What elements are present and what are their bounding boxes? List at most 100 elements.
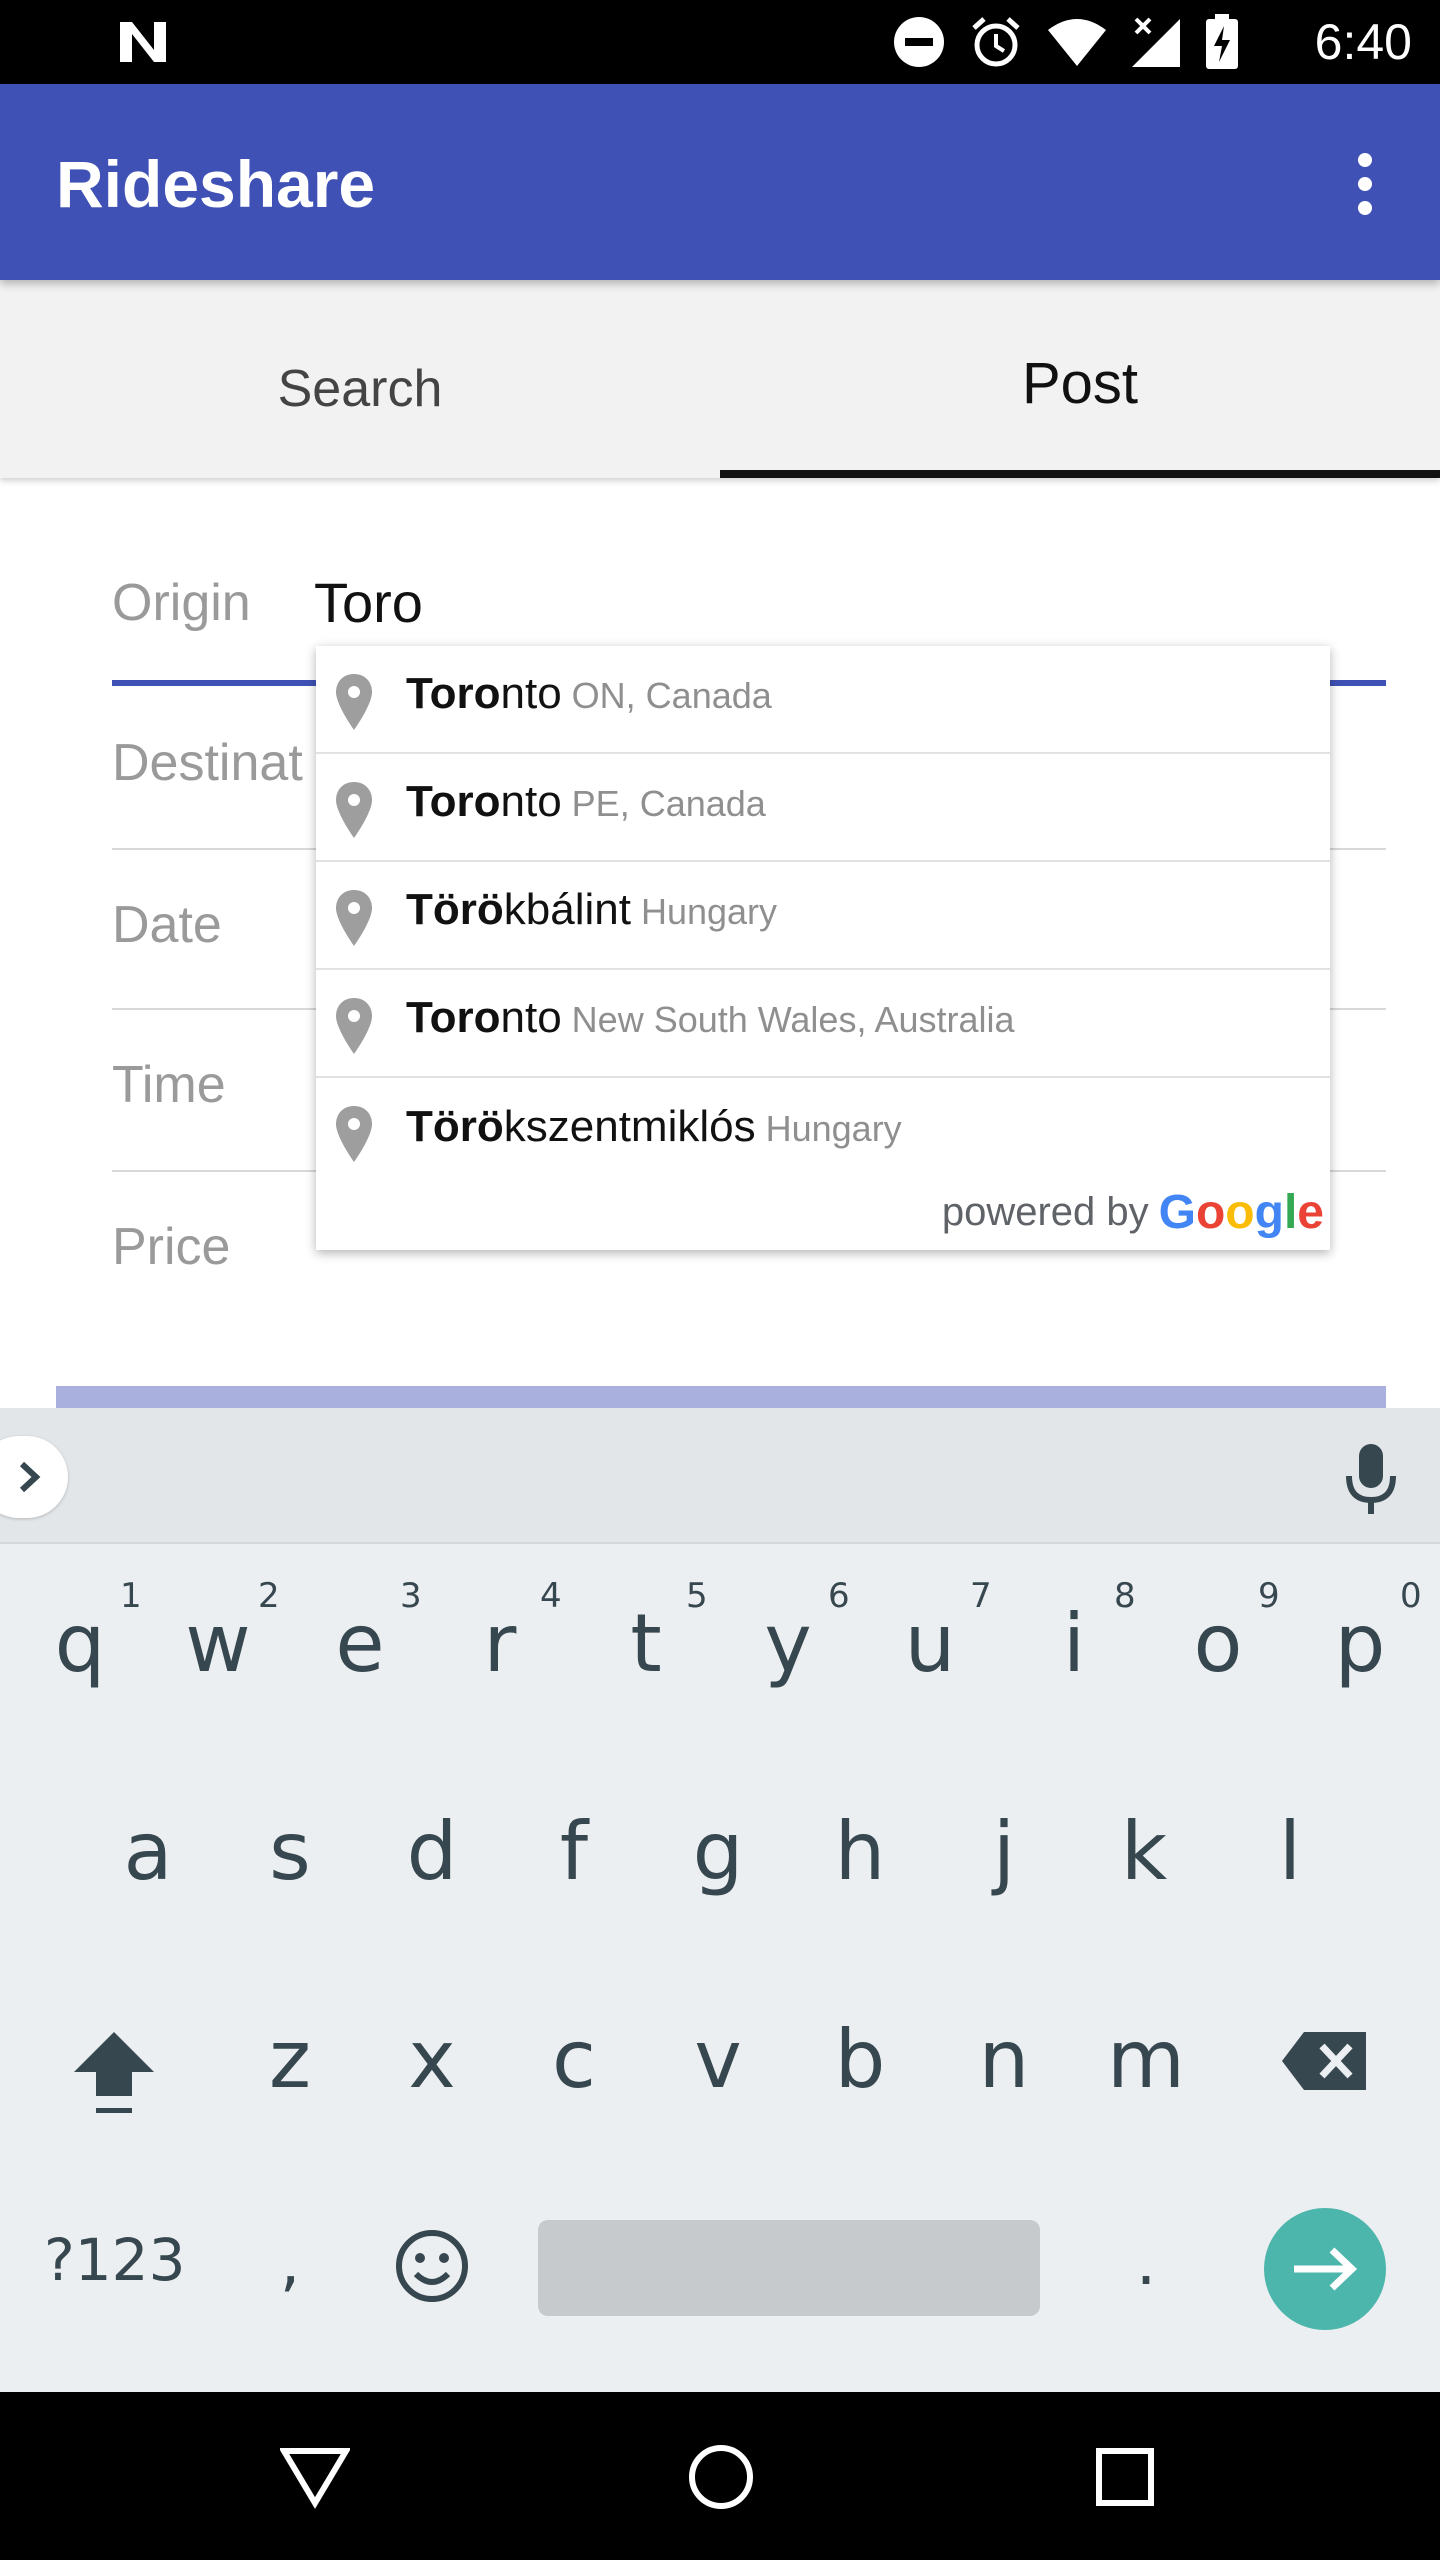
suggestion-text: Törökszentmiklós Hungary <box>406 1097 902 1167</box>
key-w[interactable]: w <box>168 1578 268 1708</box>
key-y[interactable]: y <box>738 1578 838 1708</box>
key-a[interactable]: a <box>98 1786 198 1916</box>
key-q[interactable]: q <box>30 1578 130 1708</box>
period-key[interactable]: . <box>1106 2208 1186 2318</box>
enter-arrow-icon <box>1294 2247 1358 2291</box>
destination-label[interactable]: Destinat <box>112 728 303 798</box>
suggestion-text: Toronto New South Wales, Australia <box>406 988 1015 1058</box>
key-hint-2: 2 <box>258 1576 280 1616</box>
suggestion-match: Törö <box>406 885 504 934</box>
suggestion-item[interactable]: Törökszentmiklós Hungary <box>316 1078 1330 1186</box>
suggestion-rest: nto <box>500 669 562 718</box>
key-i[interactable]: i <box>1024 1578 1124 1708</box>
key-j[interactable]: j <box>954 1786 1054 1916</box>
powered-by-google: powered by Google <box>942 1182 1324 1242</box>
emoji-icon[interactable] <box>394 2228 470 2304</box>
key-hint-1: 1 <box>120 1576 142 1616</box>
location-pin-icon <box>336 890 372 946</box>
comma-key[interactable]: , <box>250 2208 330 2318</box>
key-hint-4: 4 <box>540 1576 562 1616</box>
key-n[interactable]: n <box>954 1994 1054 2124</box>
shift-icon[interactable] <box>66 2020 162 2120</box>
mic-icon[interactable] <box>1336 1438 1406 1518</box>
powered-by-text: powered by <box>941 1189 1149 1234</box>
location-pin-icon <box>336 674 372 730</box>
status-bar: 6:40 <box>0 0 1440 84</box>
keyboard-suggestion-strip <box>0 1408 1440 1544</box>
location-pin-icon <box>336 782 372 838</box>
suggestion-secondary: Hungary <box>640 891 778 932</box>
origin-input[interactable]: Toro <box>314 568 423 638</box>
overflow-dot <box>1358 201 1372 215</box>
navigation-bar <box>0 2392 1440 2560</box>
key-m[interactable]: m <box>1096 1994 1196 2124</box>
app-title: Rideshare <box>56 147 376 221</box>
overflow-dot <box>1358 153 1372 167</box>
key-t[interactable]: t <box>596 1578 696 1708</box>
key-h[interactable]: h <box>810 1786 910 1916</box>
location-pin-icon <box>336 998 372 1054</box>
recents-icon[interactable] <box>1080 2432 1170 2522</box>
app-bar: Rideshare <box>0 84 1440 280</box>
key-u[interactable]: u <box>880 1578 980 1708</box>
key-v[interactable]: v <box>668 1994 768 2124</box>
key-z[interactable]: z <box>240 1994 340 2124</box>
expand-icon[interactable] <box>0 1436 68 1518</box>
suggestion-secondary: Hungary <box>765 1108 902 1149</box>
suggestion-item[interactable]: Toronto New South Wales, Australia <box>316 970 1330 1078</box>
n-logo-icon <box>120 22 166 62</box>
key-c[interactable]: c <box>524 1994 624 2124</box>
price-label[interactable]: Price <box>112 1212 230 1282</box>
key-r[interactable]: r <box>450 1578 550 1708</box>
backspace-icon[interactable] <box>1280 2028 1370 2094</box>
suggestion-item[interactable]: Törökbálint Hungary <box>316 862 1330 970</box>
key-d[interactable]: d <box>382 1786 482 1916</box>
origin-label: Origin <box>112 574 251 632</box>
autocomplete-dropdown: Toronto ON, Canada Toronto PE, Canada Törö… <box>316 646 1330 1250</box>
key-x[interactable]: x <box>382 1994 482 2124</box>
suggestion-secondary: New South Wales, Australia <box>571 999 1015 1040</box>
suggestion-text: Törökbálint Hungary <box>406 880 777 950</box>
do-not-disturb-icon <box>894 17 944 67</box>
submit-button[interactable] <box>56 1386 1386 1408</box>
suggestion-text: Toronto PE, Canada <box>406 772 766 842</box>
key-hint-3: 3 <box>400 1576 422 1616</box>
key-s[interactable]: s <box>240 1786 340 1916</box>
battery-charging-icon <box>1206 14 1238 69</box>
key-b[interactable]: b <box>810 1994 910 2124</box>
tab-search[interactable]: Search <box>0 280 720 478</box>
key-g[interactable]: g <box>668 1786 768 1916</box>
enter-key[interactable] <box>1264 2208 1386 2330</box>
suggestion-item[interactable]: Toronto ON, Canada <box>316 646 1330 754</box>
back-icon[interactable] <box>270 2432 360 2522</box>
tab-post[interactable]: Post <box>720 280 1440 478</box>
suggestion-secondary: PE, Canada <box>571 783 766 824</box>
more-vert-icon[interactable] <box>1330 144 1400 224</box>
overflow-dot <box>1358 177 1372 191</box>
suggestion-item[interactable]: Toronto PE, Canada <box>316 754 1330 862</box>
date-label[interactable]: Date <box>112 890 222 960</box>
key-hint-8: 8 <box>1114 1576 1136 1616</box>
suggestion-match: Toro <box>406 777 501 826</box>
key-f[interactable]: f <box>524 1786 624 1916</box>
location-pin-icon <box>336 1106 372 1162</box>
space-key[interactable] <box>538 2220 1040 2316</box>
key-hint-6: 6 <box>828 1576 850 1616</box>
google-logo: Google <box>1158 1185 1324 1239</box>
suggestion-rest: nto <box>500 777 562 826</box>
home-icon[interactable] <box>676 2432 766 2522</box>
key-p[interactable]: p <box>1310 1578 1410 1708</box>
key-o[interactable]: o <box>1168 1578 1268 1708</box>
suggestion-secondary: ON, Canada <box>571 675 772 716</box>
key-l[interactable]: l <box>1240 1786 1340 1916</box>
tab-bar: Search Post <box>0 280 1440 478</box>
status-icons <box>892 14 1240 70</box>
suggestion-rest: kbálint <box>503 885 631 934</box>
key-e[interactable]: e <box>310 1578 410 1708</box>
time-label[interactable]: Time <box>112 1050 226 1120</box>
tab-post-label: Post <box>1021 350 1139 416</box>
signal-icon <box>1132 17 1180 67</box>
soft-keyboard: q1w2e3r4t5y6u7i8o9p0 asdfghjkl zxcvbnm ?… <box>0 1408 1440 2392</box>
key-k[interactable]: k <box>1094 1786 1194 1916</box>
symbols-key[interactable]: ?123 <box>44 2226 186 2294</box>
